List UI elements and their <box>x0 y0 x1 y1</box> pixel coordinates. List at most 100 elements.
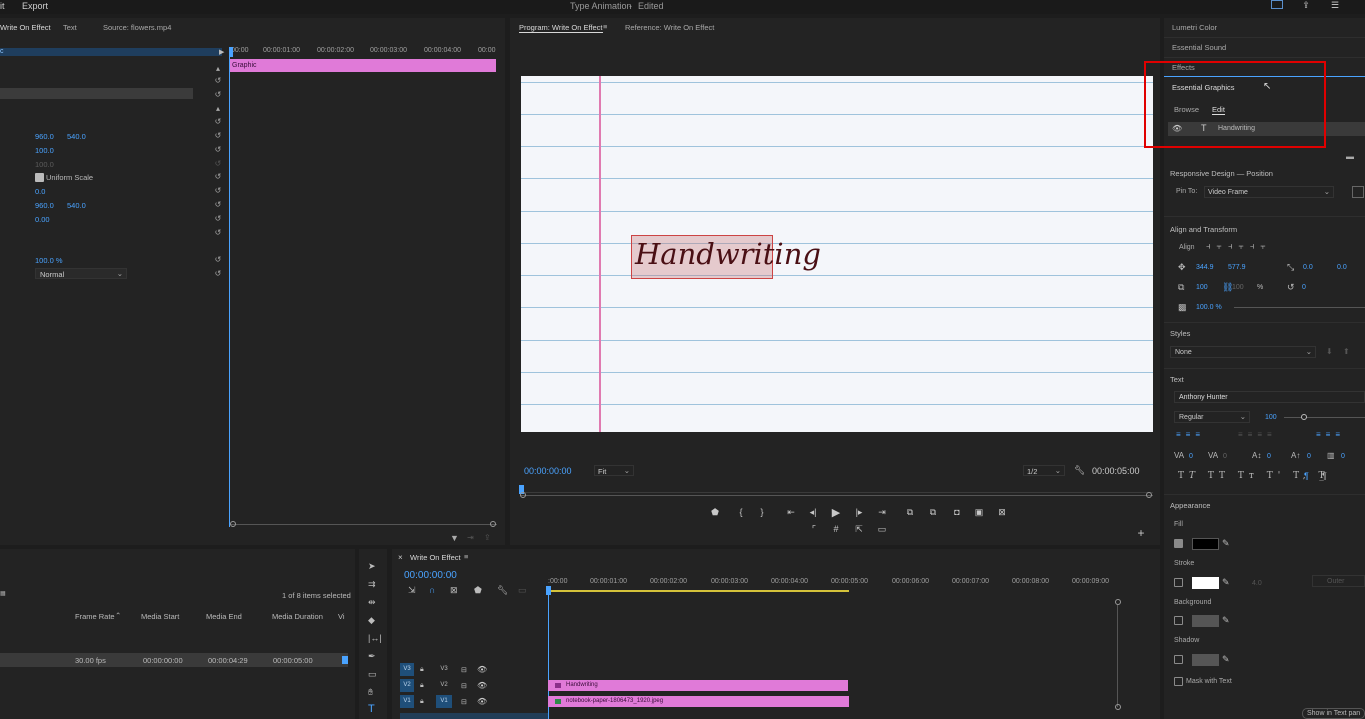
align-buttons[interactable]: ⫞⫟⫞⫟⫞⫟ <box>1206 241 1298 252</box>
style-dropdown[interactable]: None ⌄ <box>1170 346 1316 358</box>
reset-icon[interactable]: ↺ <box>214 187 222 195</box>
mark-in-icon[interactable]: { <box>734 507 748 517</box>
selection-tool-icon[interactable]: ➤ <box>368 561 376 572</box>
position-x-value[interactable]: 344.9 <box>1196 264 1214 271</box>
reset-icon[interactable]: ↺ <box>214 270 222 278</box>
zoom-scrollbar[interactable] <box>231 524 497 525</box>
eye-icon[interactable]: 👁︎ <box>477 697 487 706</box>
program-scrub-ruler[interactable] <box>521 485 1153 493</box>
table-row[interactable]: 30.00 fps 00:00:00:00 00:00:04:29 00:00:… <box>0 653 348 667</box>
rotation-value[interactable]: 0 <box>1302 284 1306 291</box>
shadow-color-swatch[interactable] <box>1192 654 1219 666</box>
mark-out-icon[interactable]: } <box>755 507 769 517</box>
playhead-marker[interactable] <box>229 47 233 57</box>
anchor-y-value[interactable]: 540.0 <box>67 201 86 210</box>
toggle-sync-icon[interactable]: ⊟ <box>461 698 467 706</box>
anchor-x-value[interactable]: 0.0 <box>1303 264 1313 271</box>
zoom-handle-left[interactable] <box>230 521 236 527</box>
antiflicker-value[interactable]: 0.00 <box>35 215 50 224</box>
tab-text[interactable]: Text <box>63 23 77 32</box>
work-area-bar[interactable] <box>548 590 849 592</box>
column-video-info[interactable]: Vi <box>338 612 345 621</box>
program-zoom-bar[interactable] <box>521 495 1153 496</box>
folder-icon[interactable]: ▬ <box>1346 152 1354 161</box>
track-v1[interactable]: V1 <box>436 695 452 708</box>
add-marker-icon[interactable]: ⬟ <box>474 585 482 596</box>
close-icon[interactable]: × <box>398 553 403 562</box>
reset-icon[interactable]: ↺ <box>214 201 222 209</box>
razor-icon[interactable]: ◆ <box>368 615 375 626</box>
filter-icon[interactable]: ▼ <box>450 533 459 543</box>
position-x-value[interactable]: 960.0 <box>35 132 54 141</box>
video-frame[interactable]: Handwriting <box>521 76 1153 432</box>
eyedropper-icon[interactable]: ✎ <box>1222 615 1230 626</box>
source-patch-v2[interactable]: V2 <box>400 679 414 692</box>
uniform-scale-checkbox[interactable] <box>35 173 44 182</box>
camera-icon[interactable]: ◘ <box>950 507 964 517</box>
background-checkbox[interactable] <box>1174 616 1183 625</box>
lock-icon[interactable]: 🔒︎ <box>420 666 424 674</box>
tsume-value[interactable]: 0 <box>1341 453 1345 460</box>
clip-handwriting[interactable]: Handwriting <box>548 680 848 691</box>
toggle-sync-icon[interactable]: ⊟ <box>461 682 467 690</box>
vertical-scroll-handle[interactable] <box>1115 599 1121 605</box>
eyedropper-icon[interactable]: ✎ <box>1222 538 1230 549</box>
hand-tool-icon[interactable]: ✋︎ <box>368 687 373 698</box>
multicam-icon[interactable]: ▭ <box>875 524 889 535</box>
linked-selection-icon[interactable]: ⊠ <box>450 585 458 596</box>
stroke-checkbox[interactable] <box>1174 578 1183 587</box>
sort-up-icon[interactable]: ⌃ <box>115 611 121 620</box>
shadow-checkbox[interactable] <box>1174 655 1183 664</box>
font-size-slider[interactable] <box>1284 417 1365 418</box>
reset-icon[interactable]: ↺ <box>214 77 222 85</box>
reset-icon[interactable]: ↺ <box>214 132 222 140</box>
fx-header[interactable]: c <box>0 48 222 56</box>
add-button-icon[interactable]: + <box>1134 526 1148 540</box>
program-timecode[interactable]: 00:00:00:00 <box>524 466 572 476</box>
play-icon[interactable]: ▶ <box>829 506 843 519</box>
vertical-scroll-handle[interactable] <box>1115 704 1121 710</box>
rotation-value[interactable]: 0.0 <box>35 187 45 196</box>
wrench-icon[interactable]: 🔧︎ <box>1074 465 1085 476</box>
timeline-timecode[interactable]: 00:00:00:00 <box>404 570 457 581</box>
reset-icon[interactable]: ↺ <box>214 256 222 264</box>
opacity-value[interactable]: 100.0 % <box>1196 304 1222 311</box>
pin-edges-widget[interactable] <box>1352 186 1364 198</box>
play-only-icon[interactable]: ▶ <box>219 48 224 56</box>
opacity-value[interactable]: 100.0 % <box>35 256 63 265</box>
share-icon[interactable]: ⇪ <box>1300 0 1312 10</box>
step-back-icon[interactable]: ◂| <box>806 507 820 518</box>
show-in-text-panel-button[interactable]: Show in Text pan <box>1302 708 1365 719</box>
tab-source[interactable]: Source: flowers.mp4 <box>103 23 171 32</box>
anchor-y-value[interactable]: 0.0 <box>1337 264 1347 271</box>
position-y-value[interactable]: 577.9 <box>1228 264 1246 271</box>
track-v2[interactable]: V2 <box>436 679 452 692</box>
reset-icon[interactable]: ↺ <box>214 118 222 126</box>
font-style-dropdown[interactable]: Regular ⌄ <box>1174 411 1250 423</box>
position-y-value[interactable]: 540.0 <box>67 132 86 141</box>
eyedropper-icon[interactable]: ✎ <box>1222 654 1230 665</box>
stroke-color-swatch[interactable] <box>1192 577 1219 589</box>
collapse-icon[interactable]: ▴ <box>214 105 222 113</box>
font-size-value[interactable]: 100 <box>1265 414 1277 421</box>
column-media-start[interactable]: Media Start <box>141 612 179 621</box>
scale-value[interactable]: 100 <box>1196 284 1208 291</box>
reset-icon[interactable]: ↺ <box>214 91 222 99</box>
zoom-handle-left[interactable] <box>520 492 526 498</box>
lock-icon[interactable]: 🔒︎ <box>420 682 424 690</box>
slip-tool-icon[interactable]: |↔| <box>368 633 382 643</box>
panel-essential-sound[interactable]: Essential Sound <box>1172 43 1226 52</box>
baseline-value[interactable]: 0 <box>1307 453 1311 460</box>
menu-edit[interactable]: it <box>0 1 5 11</box>
effect-timeline-ruler[interactable]: 00:00 00:00:01:00 00:00:02:00 00:00:03:0… <box>229 47 499 57</box>
overwrite-icon[interactable]: ⧉ <box>926 507 940 518</box>
vertical-align-buttons[interactable]: ≡≡≡ <box>1316 430 1345 439</box>
reset-icon[interactable]: ↺ <box>214 173 222 181</box>
graphic-clip[interactable]: Graphic <box>230 59 496 72</box>
mask-with-text-checkbox[interactable] <box>1174 677 1183 686</box>
column-media-end[interactable]: Media End <box>206 612 242 621</box>
go-to-out-icon[interactable]: ⇥ <box>875 507 889 518</box>
tracking-value[interactable]: 0 <box>1189 453 1193 460</box>
column-frame-rate[interactable]: Frame Rate <box>75 612 115 621</box>
source-patch-v3[interactable]: V3 <box>400 663 414 676</box>
